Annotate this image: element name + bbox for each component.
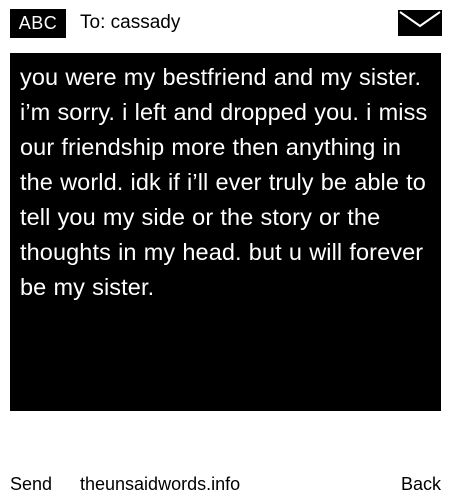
- recipient-field[interactable]: To: cassady: [80, 10, 180, 36]
- message-body[interactable]: you were my bestfriend and my sister. i’…: [10, 53, 441, 411]
- envelope-icon: [398, 10, 442, 36]
- back-button[interactable]: Back: [401, 472, 441, 496]
- input-mode-badge[interactable]: ABC: [10, 9, 66, 38]
- send-button[interactable]: Send: [10, 472, 52, 496]
- message-text: you were my bestfriend and my sister. i’…: [20, 64, 428, 300]
- softkey-bar: Send theunsaidwords.info Back: [0, 472, 450, 496]
- header-bar: ABC To: cassady: [0, 0, 450, 44]
- site-caption: theunsaidwords.info: [80, 474, 241, 494]
